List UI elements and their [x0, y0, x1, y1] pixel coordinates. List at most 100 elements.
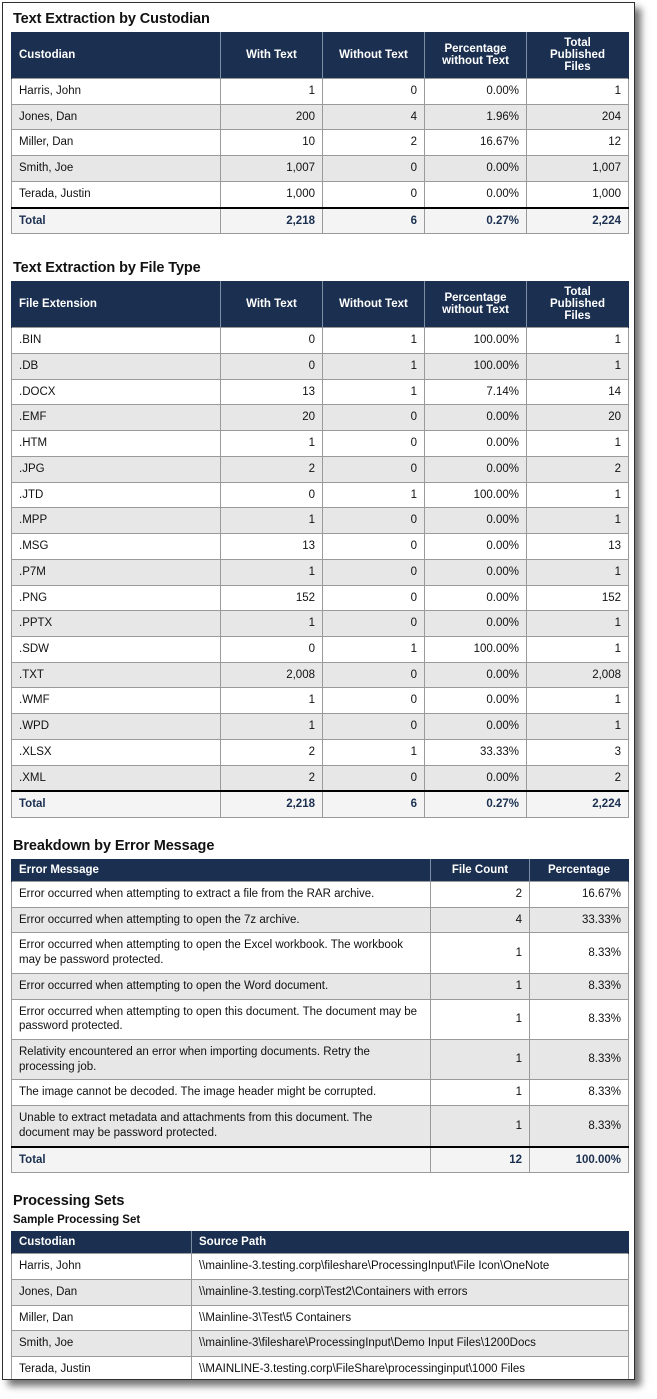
table-row[interactable]: .MSG 13 0 0.00% 13	[11, 533, 629, 560]
cell-total-published-files: 1	[526, 507, 629, 535]
column-header-percentage-without-text[interactable]: Percentage without Text	[424, 281, 527, 328]
column-header-with-text[interactable]: With Text	[220, 281, 323, 328]
column-header-source-path[interactable]: Source Path	[191, 1231, 629, 1254]
table-row[interactable]: Miller, Dan 10 2 16.67% 12	[11, 129, 629, 157]
table-row[interactable]: Error occurred when attempting to open t…	[11, 906, 629, 934]
column-header-custodian[interactable]: Custodian	[11, 1231, 192, 1254]
cell-without-text: 1	[322, 353, 425, 380]
table-row[interactable]: Error occurred when attempting to open t…	[11, 932, 629, 974]
cell-source-path: \\mainline-3.testing.corp\fileshare\Proc…	[191, 1253, 629, 1281]
table-row[interactable]: .BIN 0 1 100.00% 1	[11, 327, 629, 355]
table-row[interactable]: The image cannot be decoded. The image h…	[11, 1079, 629, 1107]
table-row[interactable]: .JTD 0 1 100.00% 1	[11, 481, 629, 509]
table-row[interactable]: .PPTX 1 0 0.00% 1	[11, 610, 629, 637]
cell-total-published-files: 1	[526, 558, 629, 586]
column-header-without-text[interactable]: Without Text	[322, 32, 425, 79]
cell-total-published-files: 1	[526, 610, 629, 637]
table-row[interactable]: .DOCX 13 1 7.14% 14	[11, 378, 629, 406]
table-row[interactable]: Terada, Justin 1,000 0 0.00% 1,000	[11, 180, 629, 209]
table-row[interactable]: Smith, Joe 1,007 0 0.00% 1,007	[11, 155, 629, 182]
table-row[interactable]: .HTM 1 0 0.00% 1	[11, 430, 629, 457]
cell-total-percentage: 100.00%	[529, 1145, 629, 1174]
cell-percentage: 8.33%	[529, 972, 629, 1000]
cell-with-text: 2,008	[220, 661, 323, 689]
table-row[interactable]: .P7M 1 0 0.00% 1	[11, 558, 629, 586]
table-total-row: Total 12 100.00%	[11, 1145, 629, 1174]
cell-percentage: 8.33%	[529, 932, 629, 974]
table-row[interactable]: .EMF 20 0 0.00% 20	[11, 404, 629, 432]
table-row[interactable]: .WMF 1 0 0.00% 1	[11, 687, 629, 715]
table-row[interactable]: Error occurred when attempting to open t…	[11, 998, 629, 1041]
cell-with-text: 0	[220, 481, 323, 509]
cell-without-text: 0	[322, 610, 425, 637]
cell-percentage-without-text: 0.00%	[424, 404, 527, 432]
column-header-with-text[interactable]: With Text	[220, 32, 323, 79]
column-header-custodian[interactable]: Custodian	[11, 32, 221, 79]
table-row[interactable]: .SDW 0 1 100.00% 1	[11, 635, 629, 663]
cell-without-text: 0	[322, 155, 425, 182]
cell-source-path: \\Mainline-3\Test\5 Containers	[191, 1304, 629, 1332]
cell-percentage: 33.33%	[529, 906, 629, 934]
cell-with-text: 1	[220, 430, 323, 457]
table-row[interactable]: Smith, Joe \\mainline-3\fileshare\Process…	[11, 1330, 629, 1358]
cell-file-count: 4	[430, 906, 530, 934]
table-row[interactable]: Unable to extract metadata and attachmen…	[11, 1105, 629, 1148]
column-header-without-text[interactable]: Without Text	[322, 281, 425, 328]
table-row[interactable]: Terada, Justin \\MAINLINE-3.testing.corp\…	[11, 1356, 629, 1379]
cell-name: .XML	[11, 764, 221, 792]
table-row[interactable]: .PNG 152 0 0.00% 152	[11, 584, 629, 612]
cell-without-text: 1	[322, 327, 425, 355]
cell-error-message: Error occurred when attempting to open t…	[11, 972, 431, 1000]
cell-percentage-without-text: 100.00%	[424, 353, 527, 380]
cell-error-message: Error occurred when attempting to extrac…	[11, 880, 431, 908]
column-header-file-count[interactable]: File Count	[430, 858, 530, 882]
cell-without-text: 0	[322, 584, 425, 612]
table-row[interactable]: .TXT 2,008 0 0.00% 2,008	[11, 661, 629, 689]
section-title-file-type: Text Extraction by File Type	[13, 260, 201, 277]
cell-name: Terada, Justin	[11, 180, 221, 209]
cell-total-published-files: 20	[526, 404, 629, 432]
table-row[interactable]: .XLSX 2 1 33.33% 3	[11, 738, 629, 766]
table-row[interactable]: .JPG 2 0 0.00% 2	[11, 455, 629, 483]
cell-name: .JTD	[11, 481, 221, 509]
column-header-percentage[interactable]: Percentage	[529, 858, 629, 882]
cell-with-text: 13	[220, 533, 323, 560]
cell-percentage-without-text: 7.14%	[424, 378, 527, 406]
column-header-file-extension[interactable]: File Extension	[11, 281, 221, 328]
table-row[interactable]: Error occurred when attempting to extrac…	[11, 880, 629, 908]
column-header-percentage-without-text[interactable]: Percentage without Text	[424, 32, 527, 79]
table-row[interactable]: Relativity encountered an error when imp…	[11, 1038, 629, 1081]
table-row[interactable]: .XML 2 0 0.00% 2	[11, 764, 629, 792]
cell-error-message: Error occurred when attempting to open t…	[11, 906, 431, 934]
cell-name: .BIN	[11, 327, 221, 355]
column-header-line-2: Published	[550, 49, 605, 61]
column-header-line-3: Files	[564, 310, 591, 323]
cell-name: .EMF	[11, 404, 221, 432]
table-row[interactable]: .MPP 1 0 0.00% 1	[11, 507, 629, 535]
cell-percentage-without-text: 1.96%	[424, 103, 527, 131]
cell-name: .TXT	[11, 661, 221, 689]
cell-percentage-without-text: 0.00%	[424, 610, 527, 637]
column-header-total-published-files[interactable]: Total Published Files	[526, 32, 629, 79]
table-row[interactable]: Jones, Dan 200 4 1.96% 204	[11, 103, 629, 131]
cell-without-text: 0	[322, 507, 425, 535]
cell-name: .PNG	[11, 584, 221, 612]
cell-with-text: 2	[220, 455, 323, 483]
table-header-row: Custodian Source Path	[11, 1231, 629, 1254]
cell-error-message: Error occurred when attempting to open t…	[11, 932, 431, 974]
cell-name: Miller, Dan	[11, 129, 221, 157]
table-row[interactable]: .WPD 1 0 0.00% 1	[11, 713, 629, 740]
cell-percentage-without-text: 0.00%	[424, 764, 527, 792]
cell-total-published-files: 1,007	[526, 155, 629, 182]
cell-name: .PPTX	[11, 610, 221, 637]
table-row[interactable]: Error occurred when attempting to open t…	[11, 972, 629, 1000]
table-row[interactable]: Jones, Dan \\mainline-3.testing.corp\Test…	[11, 1279, 629, 1306]
cell-without-text: 1	[322, 481, 425, 509]
table-row[interactable]: Harris, John \\mainline-3.testing.corp\fi…	[11, 1253, 629, 1281]
cell-name: .JPG	[11, 455, 221, 483]
column-header-total-published-files[interactable]: Total Published Files	[526, 281, 629, 328]
column-header-error-message[interactable]: Error Message	[11, 858, 431, 882]
table-row[interactable]: .DB 0 1 100.00% 1	[11, 353, 629, 380]
table-row[interactable]: Harris, John 1 0 0.00% 1	[11, 78, 629, 105]
table-row[interactable]: Miller, Dan \\Mainline-3\Test\5 Container…	[11, 1304, 629, 1332]
